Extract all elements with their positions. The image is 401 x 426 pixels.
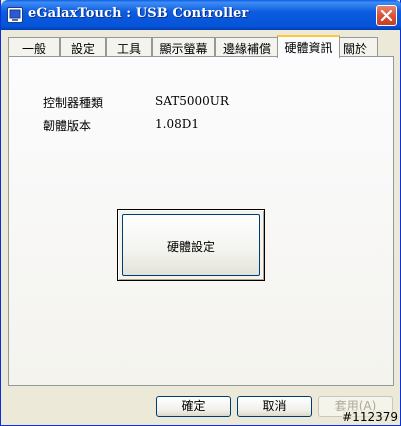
firmware-version-label: 韌體版本 [43,119,92,133]
tab-general[interactable]: 一般 [8,37,60,57]
close-icon [380,9,393,22]
controller-model-label: 控制器種類 [43,96,104,110]
dialog-window: eGalaxTouch : USB Controller 一般 設定 工具 顯示… [0,0,401,426]
tab-about[interactable]: 關於 [338,37,378,57]
close-button[interactable] [376,5,397,26]
ok-button[interactable]: 確定 [156,396,231,417]
hardware-settings-button-label: 硬體設定 [166,240,215,254]
hardware-settings-button-face: 硬體設定 [122,214,260,276]
app-icon [7,7,23,23]
hardware-info-panel: 控制器種類 SAT5000UR 韌體版本 1.08D1 硬體設定 [8,56,394,386]
tab-tools[interactable]: 工具 [106,37,152,57]
tab-hardware-info[interactable]: 硬體資訊 [277,35,340,58]
tab-settings[interactable]: 設定 [60,37,106,57]
tab-strip: 一般 設定 工具 顯示螢幕 邊緣補償 硬體資訊 關於 [8,35,393,58]
title-bar[interactable]: eGalaxTouch : USB Controller [1,0,401,30]
firmware-version-value: 1.08D1 [155,117,199,131]
cancel-button[interactable]: 取消 [237,396,312,417]
watermark-id: #112379 [342,410,398,424]
hardware-settings-button[interactable]: 硬體設定 [117,209,265,281]
tab-edge-compensation[interactable]: 邊緣補償 [215,37,279,57]
controller-model-value: SAT5000UR [155,94,229,108]
window-title: eGalaxTouch : USB Controller [28,6,249,21]
tab-display[interactable]: 顯示螢幕 [152,37,215,57]
